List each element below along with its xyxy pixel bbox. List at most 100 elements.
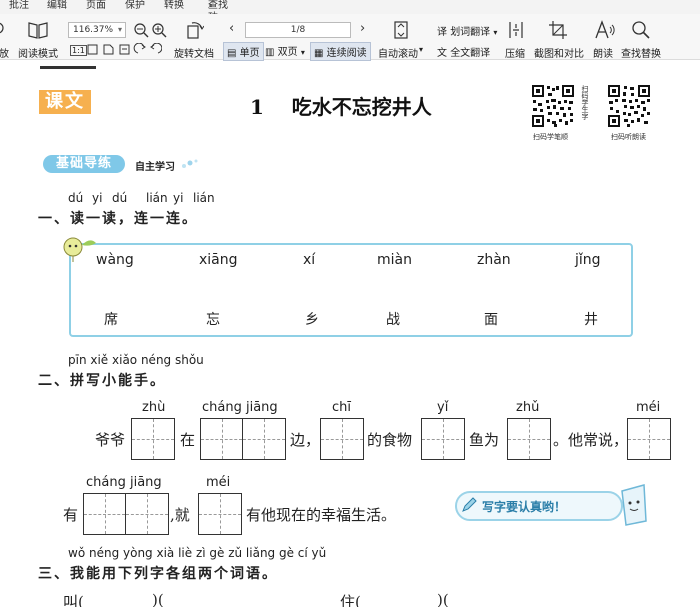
double-page-button[interactable]: ▥ 双页 ▾ (265, 43, 305, 58)
match-pinyin-3[interactable]: xí (303, 252, 315, 268)
chevron-down-icon: ▾ (300, 48, 305, 57)
menu-item-convert[interactable]: 转换 (164, 0, 184, 12)
single-page-label: 单页 (239, 48, 260, 59)
decor-dots-icon (182, 159, 198, 168)
single-page-button[interactable]: ▤ 单页 (223, 42, 264, 61)
book-icon[interactable] (27, 20, 49, 40)
q3-partial-2: )( (152, 591, 164, 607)
writing-grid[interactable] (320, 418, 364, 460)
q2-l2-pinyin-mei: méi (206, 475, 231, 490)
match-char-1[interactable]: 席 (104, 309, 118, 329)
writing-grid[interactable] (421, 418, 465, 460)
match-pinyin-4[interactable]: miàn (377, 252, 412, 268)
page-number-input[interactable]: 1/8 (245, 22, 351, 38)
q2-l1-pinyin-changjiang: cháng jiāng (202, 400, 278, 415)
q3-partial-4: )( (437, 591, 449, 607)
practice-tag: 基础导练 (43, 155, 125, 173)
toolbar: 放 阅读模式 116.37% ▾ 1:1 旋转文档 ‹ 1/8 › ▤ 单页 ▥… (0, 14, 700, 61)
zoom-select[interactable]: 116.37% ▾ (68, 22, 126, 38)
menu-item-protect[interactable]: 保护 (125, 0, 145, 12)
q2-l1-pinyin-yi: yǐ (437, 400, 449, 415)
q2-l2-pinyin-changjiang: cháng jiāng (86, 475, 162, 490)
word-translate-label: 划词翻译 (450, 27, 491, 38)
compress-icon[interactable] (506, 20, 526, 40)
q1-heading: 一、读一读，连一连。 (38, 211, 198, 227)
lesson-title: 1 吃水不忘挖井人 (250, 91, 432, 120)
compress-button[interactable]: 压缩 (505, 45, 525, 60)
double-page-label: 双页 (277, 47, 298, 58)
q1-pinyin-4: lián (146, 191, 168, 205)
auto-scroll-icon[interactable] (393, 20, 409, 40)
find-replace-button[interactable]: 查找替换 (621, 45, 661, 60)
q2-l2-text-1: 有 (63, 506, 79, 524)
prev-page-icon[interactable]: ‹ (229, 21, 234, 36)
match-char-5[interactable]: 面 (484, 309, 498, 329)
next-page-icon[interactable]: › (360, 21, 365, 36)
page-tools-icons[interactable] (86, 43, 162, 56)
match-pinyin-1[interactable]: wàng (96, 252, 134, 268)
section-tag: 课文 (39, 90, 91, 114)
match-char-6[interactable]: 井 (584, 309, 598, 329)
q2-l1-text-1: 爷爷 (95, 431, 126, 449)
qr2-caption: 扫码听朗读 (611, 133, 646, 141)
match-char-4[interactable]: 战 (386, 309, 400, 329)
q2-l1-text-6: 。他常说， (553, 431, 629, 449)
match-char-2[interactable]: 忘 (206, 309, 220, 329)
screenshot-icon[interactable] (548, 20, 568, 40)
q2-l2-text-2: ,就 (170, 506, 190, 524)
q2-l1-text-4: 的食物 (367, 431, 413, 449)
read-aloud-icon[interactable] (594, 20, 616, 40)
screenshot-compare-button[interactable]: 截图和对比 (534, 45, 584, 60)
chevron-down-icon[interactable]: ▾ (419, 45, 423, 54)
writing-grid[interactable] (83, 493, 169, 535)
menu-item-page[interactable]: 页面 (86, 0, 106, 12)
q3-partial-1: 叫( (63, 593, 84, 607)
zoom-value: 116.37% (73, 25, 114, 35)
partial-icon[interactable] (0, 20, 6, 36)
self-study-label: 自主学习 (135, 162, 175, 173)
q2-pinyin: pīn xiě xiǎo néng shǒu (68, 353, 204, 367)
q1-pinyin-6: lián (193, 191, 215, 205)
match-pinyin-5[interactable]: zhàn (477, 252, 511, 268)
continuous-read-button[interactable]: ▦ 连续阅读 (310, 42, 371, 61)
lesson-title-text: 吃水不忘挖井人 (291, 95, 432, 119)
writing-grid[interactable] (198, 493, 242, 535)
writing-grid[interactable] (200, 418, 286, 460)
full-translate-button[interactable]: 文 全文翻译 (437, 44, 490, 59)
eraser-mascot-icon (621, 484, 647, 526)
menu-item-comment[interactable]: 批注 (9, 0, 29, 12)
q3-pinyin: wǒ néng yòng xià liè zì gè zǔ liǎng gè c… (68, 546, 327, 560)
match-pinyin-2[interactable]: xiāng (199, 252, 238, 268)
rotate-doc-button[interactable]: 旋转文档 (174, 45, 214, 60)
q3-partial-3: 住( (340, 593, 361, 607)
zoom-in-icon[interactable] (151, 22, 167, 38)
actual-size-button[interactable]: 1:1 (70, 45, 87, 56)
rotate-icon[interactable] (184, 20, 204, 40)
full-translate-label: 全文翻译 (450, 48, 491, 59)
match-pinyin-6[interactable]: jǐng (575, 252, 601, 268)
q1-pinyin-5: yi (173, 191, 184, 205)
chevron-down-icon: ▾ (493, 28, 498, 37)
q2-l1-text-5: 鱼为 (469, 431, 500, 449)
qr-code-listen[interactable] (606, 83, 652, 129)
read-aloud-button[interactable]: 朗读 (593, 45, 613, 60)
q2-l2-text-3: 有他现在的幸福生活。 (246, 506, 397, 524)
word-translate-button[interactable]: 译 划词翻译 ▾ (437, 23, 497, 38)
menu-item-edit[interactable]: 编辑 (47, 0, 67, 12)
qr1-side-caption: 扫码学生字 (581, 85, 589, 120)
read-mode-button[interactable]: 阅读模式 (18, 45, 58, 60)
sprout-icon (63, 237, 96, 262)
writing-grid[interactable] (131, 418, 175, 460)
q3-heading: 三、我能用下列字各组两个词语。 (38, 566, 278, 582)
q2-l1-pinyin-chi: chī (332, 400, 351, 415)
zoom-out-icon[interactable] (133, 22, 149, 38)
writing-grid[interactable] (627, 418, 671, 460)
find-icon[interactable] (631, 20, 651, 40)
match-char-3[interactable]: 乡 (305, 309, 319, 329)
writing-grid[interactable] (507, 418, 551, 460)
qr-code-stroke[interactable] (530, 83, 576, 129)
reminder-text: 写字要认真哟！ (482, 500, 567, 514)
q2-l1-text-2: 在 (180, 431, 196, 449)
lesson-number: 1 (250, 95, 264, 119)
auto-scroll-button[interactable]: 自动滚动 (378, 45, 418, 60)
